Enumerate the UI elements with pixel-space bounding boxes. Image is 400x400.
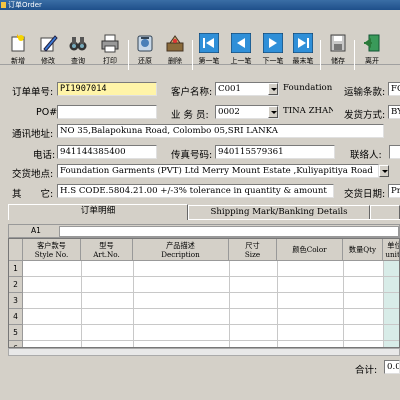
print-button[interactable]: 打印 xyxy=(95,10,125,65)
exit-icon xyxy=(364,34,380,52)
toolbar: 新增 修改 查询 打印 还原 删除 第一笔 上一笔 下一笔 最末笔 储存 离开 xyxy=(0,10,400,70)
save-icon xyxy=(330,34,346,52)
column-header-qty[interactable]: 数量Qty xyxy=(343,239,383,261)
shipping-terms-label: 运输条款: xyxy=(344,87,386,98)
toolbar-separator xyxy=(128,40,129,70)
column-header-size[interactable]: 尺寸 Size xyxy=(229,239,277,261)
other-field[interactable]: H.S CODE.5804.21.00 +/-3% tolerance in q… xyxy=(57,184,334,198)
contact-field[interactable] xyxy=(389,145,400,159)
grid-line xyxy=(343,261,344,347)
contact-label: 联络人: xyxy=(350,150,382,161)
toolbar-separator xyxy=(354,40,355,70)
toolbar-separator xyxy=(192,40,193,70)
delete-button[interactable]: 删除 xyxy=(160,10,190,65)
row-header[interactable]: 1 xyxy=(9,261,23,277)
phone-label: 电话: xyxy=(33,150,56,161)
row-header[interactable]: 5 xyxy=(9,325,23,341)
edit-button[interactable]: 修改 xyxy=(33,10,63,65)
tab-extra[interactable] xyxy=(370,205,400,219)
grid-corner xyxy=(9,239,23,261)
delivery-place-field[interactable]: Foundation Garments (PVT) Ltd Merry Moun… xyxy=(57,164,379,178)
restore-icon xyxy=(137,35,153,52)
phone-field[interactable]: 941144385400 xyxy=(57,145,157,159)
column-header-style-no[interactable]: 客户款号 Style No. xyxy=(23,239,81,261)
customer-name-text: Foundation xyxy=(281,82,335,96)
row-header[interactable]: 6 xyxy=(9,341,23,347)
order-detail-grid: 客户款号 Style No. 型号 Art.No. 产品描述 Decription 尺… xyxy=(8,238,400,348)
first-record-icon xyxy=(199,33,219,53)
fax-label: 传真号码: xyxy=(171,150,213,161)
window-title: 订单Order xyxy=(8,1,42,9)
toolbar-separator xyxy=(320,40,321,70)
first-record-button[interactable]: 第一笔 xyxy=(194,10,224,65)
grid-line xyxy=(133,261,134,347)
column-header-description[interactable]: 产品描述 Decription xyxy=(133,239,229,261)
column-header-units[interactable]: 单位units xyxy=(383,239,399,261)
delete-icon xyxy=(166,35,184,52)
row-header[interactable]: 4 xyxy=(9,309,23,325)
total-label: 合计: xyxy=(355,365,378,376)
grid-line xyxy=(23,324,399,325)
grid-line xyxy=(81,261,82,347)
grid-line xyxy=(383,261,384,347)
column-header-art-no[interactable]: 型号 Art.No. xyxy=(81,239,133,261)
delivery-place-dropdown-button[interactable] xyxy=(379,165,389,177)
next-record-icon xyxy=(263,33,283,53)
ship-method-label: 发货方式: xyxy=(344,110,386,121)
last-record-icon xyxy=(293,33,313,53)
tab-shipping-mark[interactable]: Shipping Mark/Banking Details xyxy=(188,205,370,219)
next-record-button[interactable]: 下一笔 xyxy=(258,10,288,65)
new-file-icon xyxy=(11,34,25,52)
row-header[interactable]: 2 xyxy=(9,277,23,293)
ship-method-field[interactable]: BY xyxy=(388,105,400,119)
previous-record-icon xyxy=(231,33,251,53)
cell-ref-bar: A1 xyxy=(8,224,400,238)
grid-horizontal-scrollbar[interactable] xyxy=(8,348,400,356)
customer-dropdown-button[interactable] xyxy=(268,83,278,95)
save-button[interactable]: 储存 xyxy=(323,10,353,65)
previous-record-button[interactable]: 上一笔 xyxy=(226,10,256,65)
other-label: 其 它: xyxy=(12,189,54,200)
edit-icon xyxy=(40,35,58,52)
column-header-color[interactable]: 颜色Color xyxy=(277,239,343,261)
salesman-label: 业 务 员: xyxy=(171,110,209,121)
customer-label: 客户名称: xyxy=(171,87,213,98)
exit-button[interactable]: 离开 xyxy=(357,10,387,65)
salesman-name-text: TINA ZHANG xyxy=(281,105,333,119)
order-no-field[interactable]: PI1907014 xyxy=(57,82,157,96)
grid-line xyxy=(23,276,399,277)
row-header[interactable]: 3 xyxy=(9,293,23,309)
units-column-fill xyxy=(383,261,399,347)
shipping-terms-field[interactable]: FO xyxy=(388,82,400,96)
app-icon xyxy=(1,2,6,8)
po-field[interactable] xyxy=(57,105,157,119)
salesman-dropdown-button[interactable] xyxy=(268,106,278,118)
last-record-button[interactable]: 最末笔 xyxy=(288,10,318,65)
query-button[interactable]: 查询 xyxy=(63,10,93,65)
delivery-place-label: 交货地点: xyxy=(12,169,54,180)
grid-line xyxy=(229,261,230,347)
delivery-date-field[interactable]: Pr xyxy=(388,184,400,198)
grid-line xyxy=(23,308,399,309)
printer-icon xyxy=(101,34,119,53)
title-bar: 订单Order xyxy=(0,0,400,10)
fax-field[interactable]: 940115579361 xyxy=(215,145,335,159)
grid-line xyxy=(23,340,399,341)
cell-edit-input[interactable] xyxy=(59,226,399,237)
address-field[interactable]: NO 35,Balapokuna Road, Colombo 05,SRI LA… xyxy=(57,124,384,138)
order-no-label: 订单单号: xyxy=(12,87,54,98)
delivery-date-label: 交货日期: xyxy=(344,189,386,200)
grid-line xyxy=(277,261,278,347)
cell-ref: A1 xyxy=(31,226,41,235)
binoculars-icon xyxy=(69,37,87,51)
total-field: 0.0 xyxy=(384,360,400,374)
tab-order-details[interactable]: 订单明细 xyxy=(8,204,188,220)
address-label: 通讯地址: xyxy=(12,129,54,140)
restore-button[interactable]: 还原 xyxy=(130,10,160,65)
grid-line xyxy=(23,292,399,293)
new-button[interactable]: 新增 xyxy=(3,10,33,65)
